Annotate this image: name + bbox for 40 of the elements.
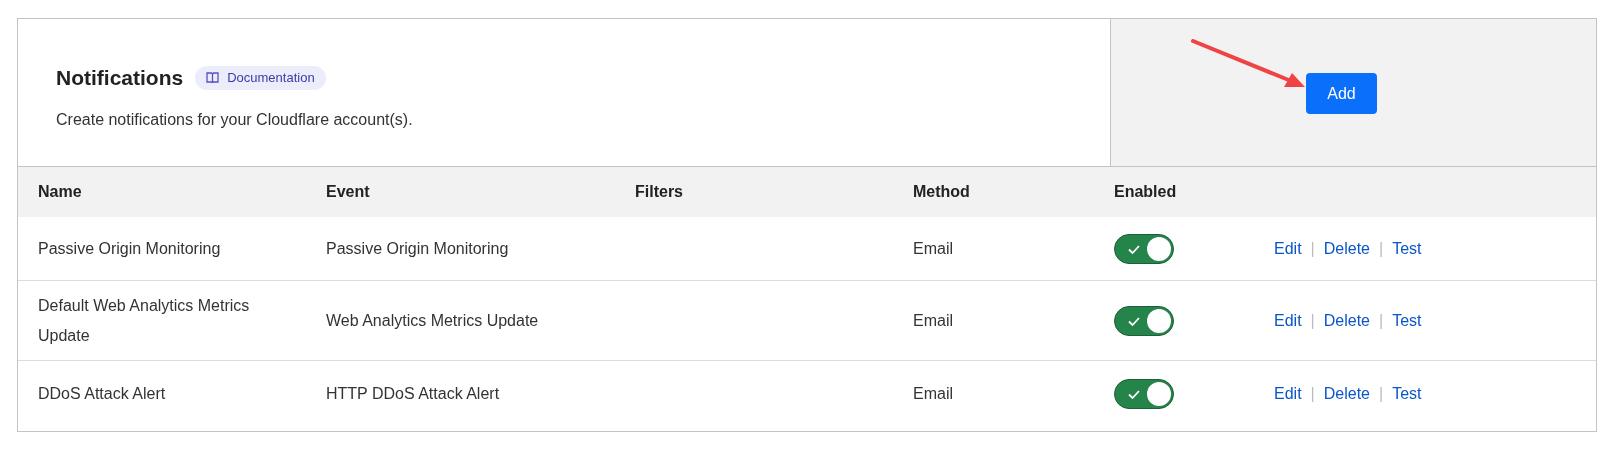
- column-header: Event: [326, 183, 370, 200]
- separator: |: [1379, 310, 1384, 331]
- check-icon: [1128, 389, 1140, 399]
- table-cell: Default Web Analytics Metrics Update: [38, 296, 250, 344]
- toggle-switch[interactable]: [1114, 233, 1174, 264]
- action-link[interactable]: Delete: [1323, 236, 1370, 261]
- separator: |: [1379, 383, 1384, 404]
- add-button[interactable]: Add: [1306, 73, 1377, 114]
- page-description: Create notifications for your Cloudflare account(s).: [56, 109, 414, 130]
- table-cell: Email: [913, 384, 953, 402]
- table-cell: Passive Origin Monitoring: [38, 239, 221, 257]
- column-header: Name: [38, 183, 82, 200]
- toggle-switch[interactable]: [1114, 305, 1174, 336]
- separator: |: [1379, 238, 1384, 259]
- action-link[interactable]: Test: [1392, 308, 1422, 333]
- separator: |: [1310, 310, 1315, 331]
- table-cell: Passive Origin Monitoring: [326, 239, 509, 257]
- toggle-switch[interactable]: [1114, 378, 1174, 409]
- separator: |: [1310, 383, 1315, 404]
- book-icon: [206, 72, 220, 84]
- separator: |: [1310, 238, 1315, 259]
- table-cell: Web Analytics Metrics Update: [326, 311, 539, 329]
- action-link[interactable]: Edit: [1274, 381, 1302, 406]
- table-cell: HTTP DDoS Attack Alert: [326, 384, 500, 402]
- action-link[interactable]: Edit: [1274, 308, 1302, 333]
- table-cell: DDoS Attack Alert: [38, 384, 166, 402]
- column-header: Filters: [635, 183, 683, 200]
- check-icon: [1128, 316, 1140, 326]
- action-link[interactable]: Delete: [1323, 308, 1370, 333]
- table-cell: Email: [913, 239, 953, 257]
- action-link[interactable]: Delete: [1323, 381, 1370, 406]
- table-cell: Email: [913, 311, 953, 329]
- action-link[interactable]: Edit: [1274, 236, 1302, 261]
- documentation-link[interactable]: Documentation: [195, 65, 326, 90]
- column-header: Method: [913, 183, 970, 200]
- action-link[interactable]: Test: [1392, 381, 1422, 406]
- page-title: Notifications: [56, 65, 184, 91]
- action-link[interactable]: Test: [1392, 236, 1422, 261]
- column-header: Enabled: [1114, 183, 1177, 200]
- check-icon: [1128, 244, 1140, 254]
